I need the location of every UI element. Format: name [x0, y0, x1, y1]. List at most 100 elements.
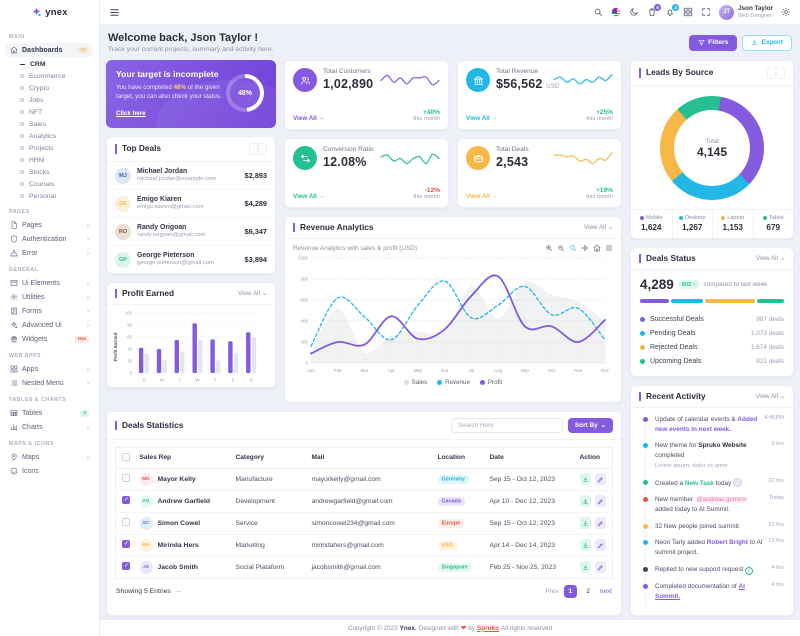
row-checkbox[interactable]	[122, 496, 130, 504]
export-button[interactable]: Export	[742, 35, 792, 51]
stat-view-all-link[interactable]: View All →	[293, 115, 325, 122]
download-action-button[interactable]	[580, 561, 591, 573]
sidebar-item-ui-elements[interactable]: Ui Elements›	[6, 276, 93, 290]
sidebar-subitem-stocks[interactable]: Stocks	[16, 166, 93, 178]
sidebar-item-dashboards[interactable]: Dashboards12	[6, 43, 93, 57]
top-deal-row[interactable]: MJMichael Jordanmichael.jordan@example.c…	[107, 162, 275, 190]
sidebar-item-icons[interactable]: Icons	[6, 464, 93, 478]
download-action-button[interactable]	[580, 473, 591, 485]
sidebar-subitem-personal[interactable]: Personal	[16, 190, 93, 202]
sidebar-subitem-projects[interactable]: Projects	[16, 142, 93, 154]
footer-text: Designed with	[419, 625, 459, 632]
row-checkbox[interactable]	[122, 540, 130, 548]
sidebar-subitem-ecommerce[interactable]: Ecommerce	[16, 70, 93, 82]
download-action-button[interactable]	[580, 517, 591, 529]
sidebar-item-widgets[interactable]: WidgetsHot	[6, 332, 93, 346]
hamburger-menu-icon[interactable]	[109, 7, 120, 18]
fullscreen-icon[interactable]	[701, 7, 711, 17]
footer-link[interactable]: Spruko	[477, 625, 499, 632]
nav-section-label: WEB APPS	[9, 353, 90, 359]
sidebar-item-pages[interactable]: Pages›	[6, 218, 93, 232]
sidebar-subitem-analytics[interactable]: Analytics	[16, 130, 93, 142]
edit-action-button[interactable]	[595, 561, 606, 573]
home-icon[interactable]	[593, 244, 601, 252]
top-deal-row[interactable]: EKEmigo Kiarenemigo.kiaren@gmail.com$4,2…	[107, 190, 275, 218]
sidebar-item-utilities[interactable]: Utilities›	[6, 290, 93, 304]
sidebar-subitem-crm[interactable]: CRM	[16, 58, 93, 70]
brand-logo[interactable]: ynex	[0, 0, 99, 25]
profit-view-all[interactable]: View All ⌄	[238, 290, 267, 297]
sidebar-item-charts[interactable]: Charts›	[6, 420, 93, 434]
zoom-out-icon[interactable]	[557, 244, 565, 252]
edit-action-button[interactable]	[595, 495, 606, 507]
sidebar-subitem-courses[interactable]: Courses	[16, 178, 93, 190]
column-middle: Total Customers1,02,890View All →+40%thi…	[284, 60, 622, 403]
selection-zoom-icon[interactable]	[569, 244, 577, 252]
mail-cell: mirindahers@gmail.com	[312, 542, 384, 549]
stat-view-all-link[interactable]: View All →	[466, 115, 498, 122]
sidebar-subitem-crypto[interactable]: Crypto	[16, 82, 93, 94]
edit-action-button[interactable]	[595, 539, 606, 551]
edit-action-button[interactable]	[595, 517, 606, 529]
row-checkbox[interactable]	[122, 518, 130, 526]
sidebar-item-error[interactable]: Error›	[6, 246, 93, 260]
svg-text:Oct: Oct	[548, 368, 556, 373]
menu-icon[interactable]	[605, 244, 613, 252]
more-options-icon[interactable]: ⋮	[249, 143, 267, 155]
sidebar-subitem-hrm[interactable]: HRM	[16, 154, 93, 166]
filters-button[interactable]: Filters	[689, 35, 737, 51]
top-deal-row[interactable]: RORandy Origoanrandy.origoan@gmail.com$6…	[107, 218, 275, 246]
apps-grid-icon[interactable]	[683, 7, 693, 17]
sidebar-item-tables[interactable]: Tables3	[6, 406, 93, 420]
status-dot-icon	[640, 359, 645, 364]
location-badge: USA	[438, 541, 457, 550]
settings-gear-icon[interactable]	[781, 7, 791, 17]
cart-icon[interactable]: 5	[647, 7, 657, 17]
notifications-icon[interactable]: 3	[665, 7, 675, 17]
row-checkbox[interactable]	[122, 474, 130, 482]
header-checkbox[interactable]	[122, 453, 130, 461]
table-search-input[interactable]	[451, 418, 563, 433]
download-action-button[interactable]	[580, 539, 591, 551]
stat-sparkline	[553, 148, 613, 168]
top-deal-row[interactable]: GPGeorge Pietersongeorge.pieterson@gmail…	[107, 246, 275, 273]
doc-icon	[10, 221, 18, 229]
date-cell: Apr 14 - Dec 14, 2023	[490, 542, 555, 549]
stat-view-all-link[interactable]: View All →	[293, 193, 325, 200]
revenue-view-all[interactable]: View All ⌄	[584, 224, 613, 231]
download-icon	[751, 39, 758, 46]
more-options-icon[interactable]: ⋮	[767, 67, 785, 79]
deals-status-view-all[interactable]: View All ⌄	[756, 255, 785, 262]
sidebar-item-advanced-ui[interactable]: Advanced Ui›	[6, 318, 93, 332]
svg-text:T: T	[178, 378, 181, 383]
recent-activity-view-all[interactable]: View All ⌄	[756, 393, 785, 400]
sort-by-button[interactable]: Sort By ⌄	[568, 418, 613, 433]
stat-icon-bank	[466, 68, 490, 92]
sidebar-subitem-nft[interactable]: NFT	[16, 106, 93, 118]
sidebar-item-apps[interactable]: Apps›	[6, 362, 93, 376]
search-icon[interactable]	[593, 7, 603, 17]
sidebar-item-nested-menu[interactable]: Nested Menu›	[6, 376, 93, 390]
sidebar-item-maps[interactable]: Maps›	[6, 450, 93, 464]
stat-view-all-link[interactable]: View All →	[466, 193, 498, 200]
column-left: Your target is incomplete You have compl…	[106, 60, 276, 403]
pagination-next[interactable]: next	[600, 588, 612, 595]
pagination-page-1[interactable]: 1	[564, 585, 577, 598]
profile-menu[interactable]: JT Json Taylor Web Designer	[719, 5, 773, 20]
sidebar-subitem-sales[interactable]: Sales	[16, 118, 93, 130]
column-right: Leads By Source ⋮ Total 4,145 Mobil	[630, 60, 794, 616]
target-click-here-link[interactable]: Click here	[116, 110, 146, 117]
zoom-in-icon[interactable]	[545, 244, 553, 252]
pagination-prev[interactable]: Prev	[545, 588, 558, 595]
sidebar-subitem-jobs[interactable]: Jobs	[16, 94, 93, 106]
pan-icon[interactable]	[581, 244, 589, 252]
edit-action-button[interactable]	[595, 473, 606, 485]
sidebar-item-forms[interactable]: Forms›	[6, 304, 93, 318]
dark-mode-icon[interactable]	[629, 7, 639, 17]
download-action-button[interactable]	[580, 495, 591, 507]
pagination-page-2[interactable]: 2	[582, 585, 595, 598]
sidebar-item-authentication[interactable]: Authentication›	[6, 232, 93, 246]
row-checkbox[interactable]	[122, 562, 130, 570]
stat-change: +19%	[586, 187, 613, 194]
language-flag-icon[interactable]	[611, 7, 621, 17]
